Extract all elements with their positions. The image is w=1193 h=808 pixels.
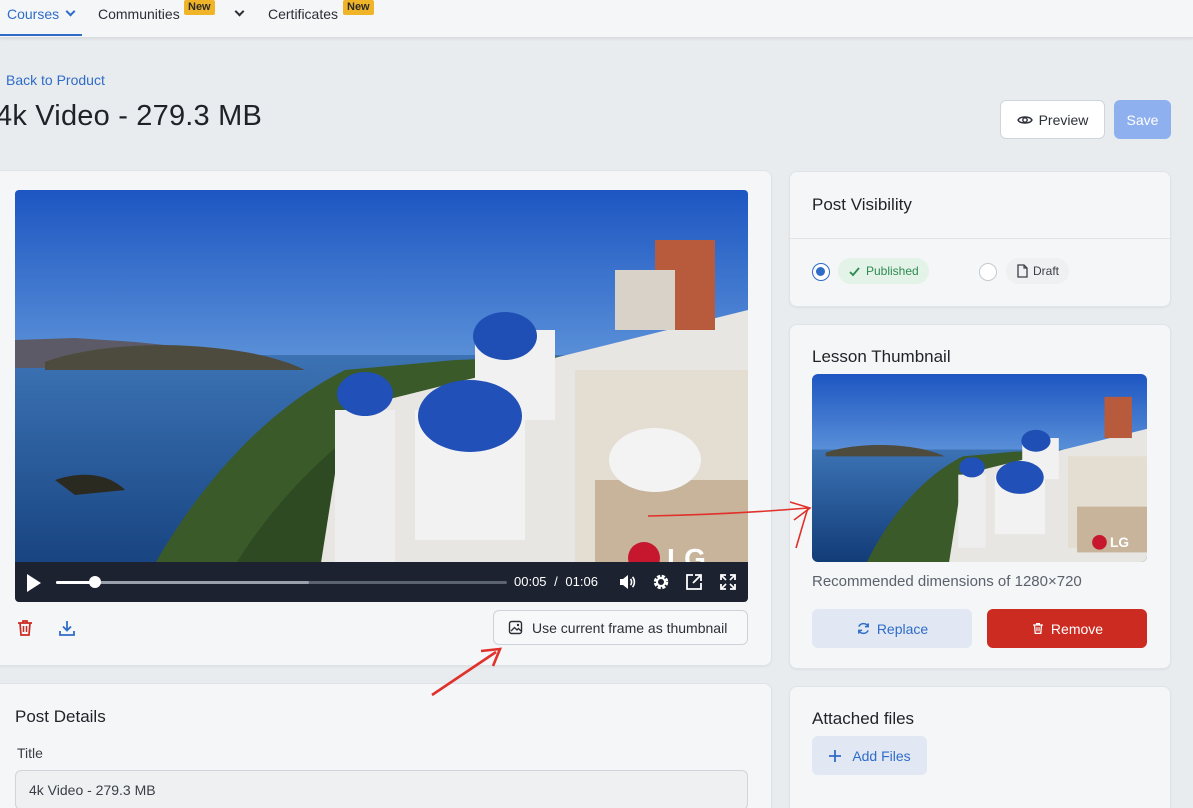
draft-radio[interactable] <box>979 263 997 281</box>
new-badge: New <box>184 0 215 15</box>
current-time: 00:05 <box>514 574 547 589</box>
seek-bar[interactable] <box>56 581 507 584</box>
use-frame-label: Use current frame as thumbnail <box>532 619 728 636</box>
add-files-button[interactable]: Add Files <box>812 736 927 775</box>
thumbnail-frame-image: LG <box>812 374 1147 562</box>
fullscreen-icon[interactable] <box>718 572 738 592</box>
draft-pill[interactable]: Draft <box>1006 258 1070 284</box>
replace-label: Replace <box>876 620 929 637</box>
new-badge: New <box>343 0 374 15</box>
remove-label: Remove <box>1050 620 1104 637</box>
nav-courses-label: Courses <box>7 6 60 22</box>
eye-icon <box>1016 115 1033 124</box>
post-visibility-heading: Post Visibility <box>812 195 912 214</box>
published-pill[interactable]: Published <box>838 258 929 284</box>
volume-icon[interactable] <box>617 572 637 592</box>
nav-courses[interactable]: Courses <box>7 0 76 36</box>
chevron-down-icon <box>234 6 245 17</box>
chevron-down-icon <box>65 6 76 17</box>
seek-handle[interactable] <box>88 576 101 588</box>
preview-label: Preview <box>1038 111 1089 128</box>
recommended-dimensions-text: Recommended dimensions of 1280×720 <box>812 573 1082 590</box>
settings-gear-icon[interactable] <box>651 572 671 592</box>
time-readout: 00:05 / 01:06 <box>514 574 598 589</box>
download-icon[interactable] <box>57 618 77 638</box>
replace-button[interactable]: Replace <box>812 609 972 648</box>
check-icon <box>849 266 860 276</box>
post-visibility-card <box>789 171 1171 307</box>
published-radio[interactable] <box>812 263 830 281</box>
play-icon[interactable] <box>27 574 41 592</box>
time-separator: / <box>554 574 558 589</box>
nav-communities[interactable]: Communities <box>98 0 180 36</box>
remove-button[interactable]: Remove <box>987 609 1147 648</box>
trash-icon[interactable] <box>15 618 35 638</box>
add-files-label: Add Files <box>852 747 911 764</box>
nav-certificates-label: Certificates <box>268 6 339 22</box>
video-controls: 00:05 / 01:06 <box>15 562 748 602</box>
thumbnail-image: LG <box>812 374 1147 562</box>
trash-icon <box>1033 622 1043 635</box>
nav-certificates[interactable]: Certificates <box>268 0 338 36</box>
page-title: 4k Video - 279.3 MB <box>0 100 263 132</box>
post-details-heading: Post Details <box>15 707 106 726</box>
divider <box>789 238 1171 239</box>
popout-icon[interactable] <box>684 572 704 592</box>
attached-files-heading: Attached files <box>812 709 915 728</box>
title-input[interactable] <box>15 770 748 808</box>
document-icon <box>1017 264 1028 278</box>
preview-button[interactable]: Preview <box>1000 100 1105 139</box>
top-navigation: Courses Communities New Certificates New <box>0 0 1193 38</box>
video-frame-image: LG <box>15 190 748 601</box>
refresh-icon <box>857 622 869 635</box>
thumbnail-watermark-text: LG <box>1110 535 1129 550</box>
image-edit-icon <box>508 620 523 634</box>
draft-label: Draft <box>1033 264 1060 278</box>
title-label: Title <box>17 745 43 761</box>
back-to-product-link[interactable]: Back to Product <box>6 72 105 88</box>
published-label: Published <box>866 264 919 278</box>
nav-communities-dropdown[interactable] <box>228 0 245 36</box>
lesson-thumbnail-heading: Lesson Thumbnail <box>812 347 951 366</box>
video-player[interactable]: LG <box>15 190 748 601</box>
use-frame-as-thumbnail-button[interactable]: Use current frame as thumbnail <box>493 610 748 645</box>
nav-active-indicator <box>0 34 82 36</box>
nav-communities-label: Communities <box>98 6 180 22</box>
duration: 01:06 <box>565 574 598 589</box>
plus-icon <box>829 749 842 762</box>
save-button[interactable]: Save <box>1114 100 1171 139</box>
